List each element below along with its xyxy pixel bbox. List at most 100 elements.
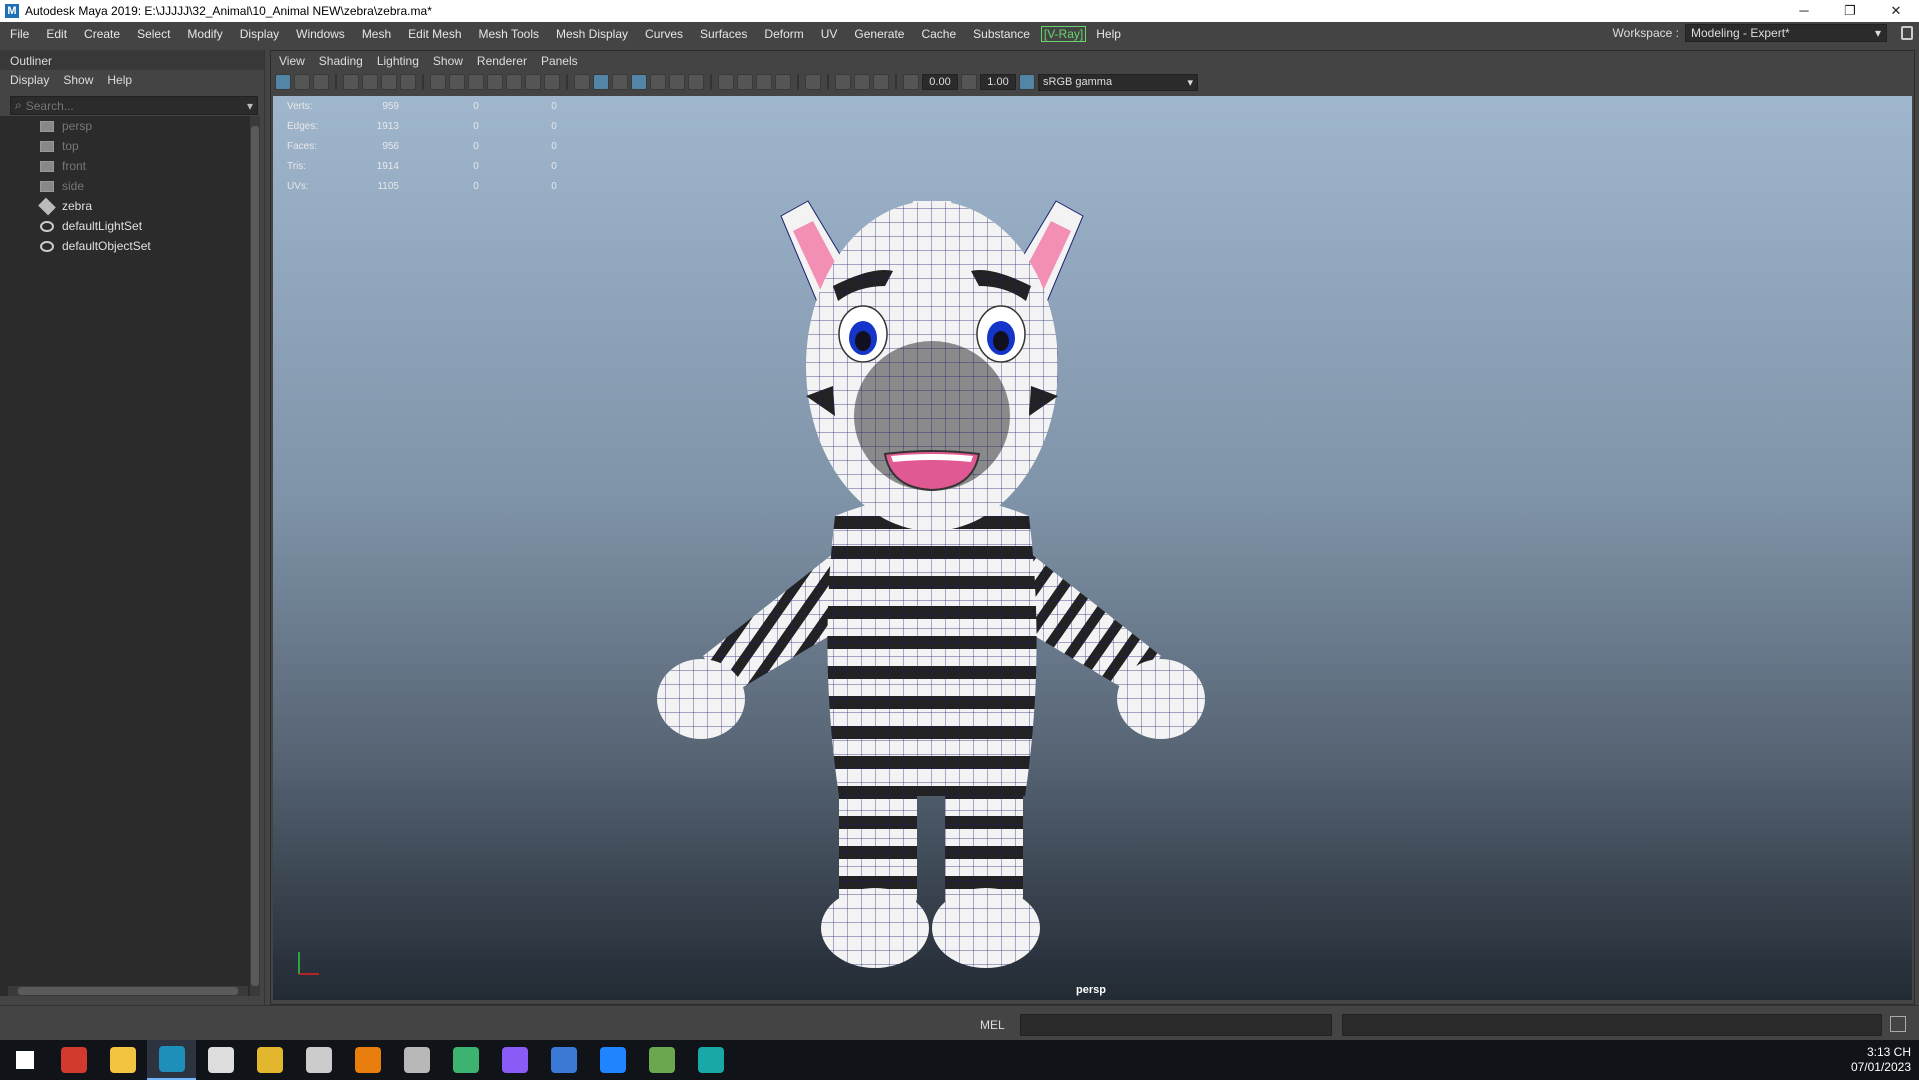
app-gray-taskbar-button[interactable] [392,1040,441,1080]
scrollbar-thumb[interactable] [251,126,259,986]
menu-substance[interactable]: Substance [963,27,1037,41]
file-explorer-taskbar-button[interactable] [98,1040,147,1080]
outliner-menu-help[interactable]: Help [107,73,132,87]
blender-taskbar-button[interactable] [343,1040,392,1080]
menu-cache[interactable]: Cache [911,27,963,41]
resolution-gate-icon[interactable] [468,74,484,90]
menu-edit-mesh[interactable]: Edit Mesh [398,27,468,41]
use-all-lights-icon[interactable] [669,74,685,90]
menu-vray[interactable]: [V-Ray] [1040,25,1087,42]
unity-taskbar-button[interactable] [294,1040,343,1080]
outliner-menu-show[interactable]: Show [63,73,93,87]
shadows-icon[interactable] [688,74,704,90]
word-taskbar-button[interactable] [539,1040,588,1080]
mel-command-input[interactable] [1020,1014,1332,1036]
xray-active-components-icon[interactable] [854,74,870,90]
zalo-taskbar-button[interactable] [588,1040,637,1080]
upwork-taskbar-button[interactable] [441,1040,490,1080]
menu-mesh[interactable]: Mesh [352,27,398,41]
menu-surfaces[interactable]: Surfaces [690,27,754,41]
camera-attributes-icon[interactable] [313,74,329,90]
smooth-shade-icon[interactable] [593,74,609,90]
menu-mesh-tools[interactable]: Mesh Tools [469,27,546,41]
3dsmax-taskbar-button[interactable] [686,1040,735,1080]
anti-aliasing-icon[interactable] [756,74,772,90]
close-button[interactable]: ✕ [1873,0,1919,22]
menu-windows[interactable]: Windows [286,27,352,41]
safe-title-icon[interactable] [544,74,560,90]
wireframe-icon[interactable] [574,74,590,90]
viewport-menu-view[interactable]: View [279,54,305,68]
outliner-menu-display[interactable]: Display [10,73,49,87]
menu-display[interactable]: Display [230,27,286,41]
textured-icon[interactable] [650,74,666,90]
ambient-occlusion-icon[interactable] [718,74,734,90]
menu-edit[interactable]: Edit [36,27,74,41]
scrollbar-thumb[interactable] [18,987,238,995]
outliner-title[interactable]: Outliner [0,50,264,70]
menu-uv[interactable]: UV [811,27,845,41]
color-space-dropdown[interactable]: sRGB gamma ▾ [1038,73,1198,91]
search-input[interactable] [25,98,243,113]
2d-pan-zoom-icon[interactable] [381,74,397,90]
outliner-horizontal-scrollbar[interactable] [8,986,248,996]
menu-deform[interactable]: Deform [754,27,810,41]
viewport-menu-show[interactable]: Show [433,54,463,68]
exposure-field[interactable]: 0.00 [922,74,958,90]
xray-icon[interactable] [835,74,851,90]
zebra-model[interactable] [273,96,1912,1000]
lock-icon[interactable] [1901,26,1913,40]
outliner-item-zebra[interactable]: zebra [0,196,250,216]
xray-joints-icon[interactable] [873,74,889,90]
outliner-item-defaultobjectset[interactable]: defaultObjectSet [0,236,250,256]
outliner-item-front[interactable]: front [0,156,250,176]
menu-select[interactable]: Select [127,27,177,41]
restore-button[interactable]: ❐ [1827,0,1873,22]
menu-modify[interactable]: Modify [177,27,229,41]
lock-camera-icon[interactable] [294,74,310,90]
menu-file[interactable]: File [0,27,36,41]
github-taskbar-button[interactable] [490,1040,539,1080]
viewport-menu-panels[interactable]: Panels [541,54,578,68]
select-camera-icon[interactable] [275,74,291,90]
menu-create[interactable]: Create [74,27,127,41]
menu-mesh-display[interactable]: Mesh Display [546,27,635,41]
viewport-menu-shading[interactable]: Shading [319,54,363,68]
default-material-icon[interactable] [612,74,628,90]
chrome-taskbar-button[interactable] [245,1040,294,1080]
3d-viewport[interactable]: Verts: 959 0 0 Edges: 1913 0 0 Faces: 956 0 0 Tri… [273,96,1912,1000]
outliner-item-top[interactable]: top [0,136,250,156]
grease-pencil-icon[interactable] [400,74,416,90]
image-plane-icon[interactable] [362,74,378,90]
bookmark-icon[interactable] [343,74,359,90]
menu-generate[interactable]: Generate [844,27,911,41]
depth-of-field-icon[interactable] [775,74,791,90]
outliner-item-defaultlightset[interactable]: defaultLightSet [0,216,250,236]
viewport-menu-renderer[interactable]: Renderer [477,54,527,68]
app-green-taskbar-button[interactable] [637,1040,686,1080]
color-management-icon[interactable] [1019,74,1035,90]
mel-label[interactable]: MEL [980,1018,1005,1032]
gamma-icon[interactable] [961,74,977,90]
outliner-item-persp[interactable]: persp [0,116,250,136]
outliner-item-side[interactable]: side [0,176,250,196]
workspace-dropdown[interactable]: Modeling - Expert* ▾ [1685,24,1887,42]
field-chart-icon[interactable] [506,74,522,90]
isolate-select-icon[interactable] [805,74,821,90]
exposure-icon[interactable] [903,74,919,90]
menu-help[interactable]: Help [1086,27,1128,41]
script-editor-button[interactable] [1890,1016,1906,1032]
safe-action-icon[interactable] [525,74,541,90]
zbrush-taskbar-button[interactable] [196,1040,245,1080]
chevron-down-icon[interactable]: ▾ [247,99,253,113]
menu-curves[interactable]: Curves [635,27,690,41]
maya-taskbar-button[interactable] [147,1040,196,1080]
grid-icon[interactable] [430,74,446,90]
app-red-taskbar-button[interactable] [49,1040,98,1080]
minimize-button[interactable]: ─ [1781,0,1827,22]
system-clock[interactable]: 3:13 CH 07/01/2023 [1851,1045,1911,1075]
viewport-menu-lighting[interactable]: Lighting [377,54,419,68]
film-gate-icon[interactable] [449,74,465,90]
gamma-field[interactable]: 1.00 [980,74,1016,90]
motion-blur-icon[interactable] [737,74,753,90]
